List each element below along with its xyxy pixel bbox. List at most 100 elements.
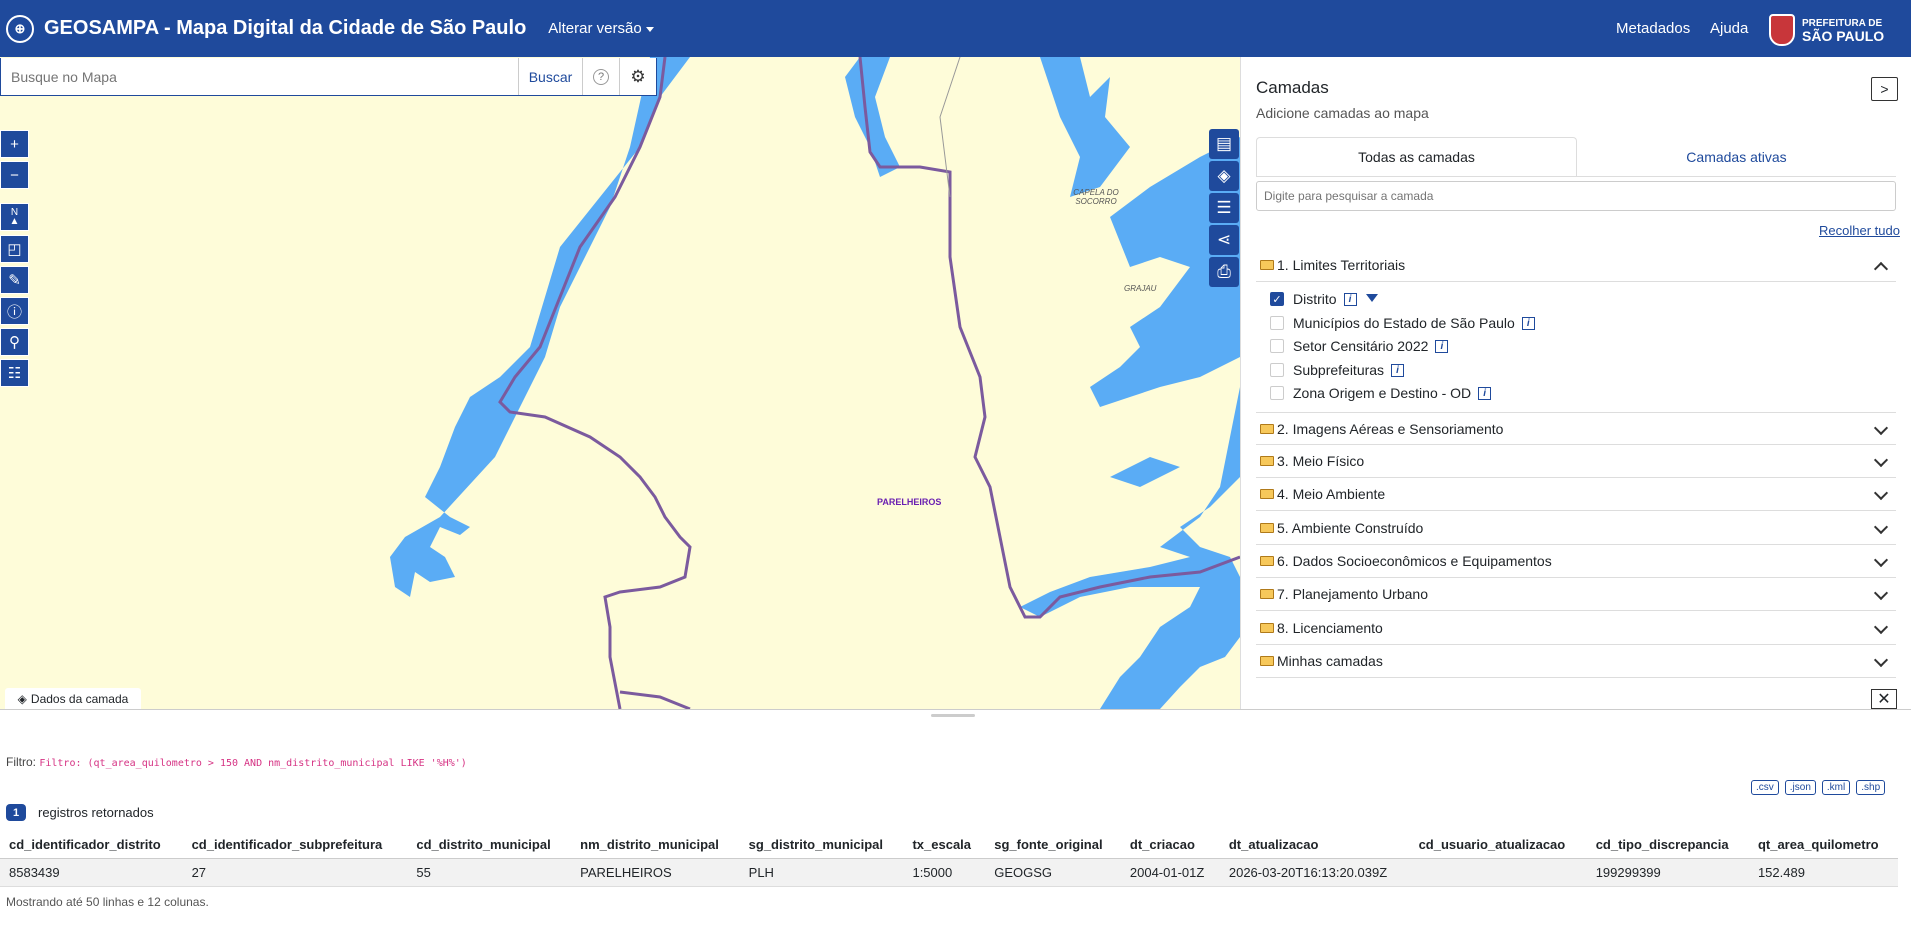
column-header[interactable]: dt_criacao bbox=[1120, 830, 1220, 859]
zoom-out-button[interactable]: − bbox=[0, 161, 29, 189]
folder-icon bbox=[1260, 423, 1274, 434]
export-json-button[interactable]: .json bbox=[1784, 780, 1816, 795]
layers-icon[interactable]: ◈ bbox=[1209, 161, 1239, 191]
close-data-pane-button[interactable]: ✕ bbox=[1871, 689, 1897, 709]
info-icon[interactable]: ⓘ bbox=[0, 297, 29, 325]
category-planejamento[interactable]: 7. Planejamento Urbano bbox=[1256, 578, 1896, 611]
pencil-icon[interactable]: ✎ bbox=[0, 266, 29, 294]
table-cell: 55 bbox=[407, 858, 572, 887]
tab-active-layers[interactable]: Camadas ativas bbox=[1577, 137, 1896, 176]
print-icon[interactable]: ⎙ bbox=[1209, 257, 1239, 287]
location-pin-icon[interactable]: ⚲ bbox=[0, 328, 29, 356]
scale-icon[interactable]: ◰ bbox=[0, 235, 29, 263]
category-meio-fisico[interactable]: 3. Meio Físico bbox=[1256, 445, 1896, 478]
folder-icon bbox=[1260, 556, 1274, 566]
checkbox[interactable] bbox=[1270, 339, 1284, 353]
export-shp-button[interactable]: .shp bbox=[1856, 780, 1886, 795]
folder-icon bbox=[1260, 656, 1274, 666]
checkbox[interactable] bbox=[1270, 386, 1284, 400]
table-cell: 8583439 bbox=[0, 858, 183, 887]
prefeitura-logo[interactable]: PREFEITURA DE SÃO PAULO bbox=[1769, 14, 1884, 46]
checkbox[interactable] bbox=[1270, 363, 1284, 377]
column-header[interactable]: cd_usuario_atualizacao bbox=[1409, 830, 1587, 859]
layer-distrito[interactable]: ✓ Distrito i bbox=[1270, 289, 1378, 309]
list-icon[interactable]: ☰ bbox=[1209, 193, 1239, 223]
sitemap-icon[interactable]: ☷ bbox=[0, 359, 29, 387]
column-header[interactable]: cd_distrito_municipal bbox=[407, 830, 572, 859]
export-csv-button[interactable]: .csv bbox=[1751, 780, 1779, 795]
category-socioeconomicos[interactable]: 6. Dados Socioeconômicos e Equipamentos bbox=[1256, 545, 1896, 578]
layer-setor-censitario[interactable]: Setor Censitário 2022 i bbox=[1270, 336, 1469, 356]
geosampa-logo-icon[interactable]: ⊕ bbox=[6, 14, 34, 43]
column-header[interactable]: dt_atualizacao bbox=[1219, 830, 1410, 859]
filter-label: Filtro: bbox=[6, 755, 36, 769]
change-version-dropdown[interactable]: Alterar versão bbox=[548, 20, 654, 37]
zoom-in-button[interactable]: + bbox=[0, 130, 29, 158]
filter-outline-icon[interactable] bbox=[1500, 387, 1512, 396]
layer-label: Distrito bbox=[1293, 291, 1337, 307]
search-button[interactable]: Buscar bbox=[519, 58, 583, 95]
category-meio-ambiente[interactable]: 4. Meio Ambiente bbox=[1256, 478, 1896, 511]
table-row[interactable]: 8583439 27 55 PARELHEIROS PLH 1:5000 GEO… bbox=[0, 858, 1898, 887]
map-canvas[interactable]: CAPELA DO SOCORRO GRAJAU PARELHEIROS bbox=[0, 57, 1240, 709]
category-ambiente-construido[interactable]: 5. Ambiente Construído bbox=[1256, 512, 1896, 545]
map-search-input[interactable] bbox=[1, 58, 519, 95]
column-header[interactable]: sg_fonte_original bbox=[985, 830, 1121, 859]
layer-data-tab[interactable]: ◈ Dados da camada bbox=[5, 688, 141, 710]
layer-subprefeituras[interactable]: Subprefeituras i bbox=[1270, 360, 1425, 380]
column-header[interactable]: cd_identificador_subprefeitura bbox=[182, 830, 408, 859]
filter-outline-icon[interactable] bbox=[1457, 340, 1469, 349]
coat-of-arms-icon bbox=[1769, 14, 1795, 46]
category-minhas-camadas[interactable]: Minhas camadas bbox=[1256, 645, 1896, 678]
category-licenciamento[interactable]: 8. Licenciamento bbox=[1256, 612, 1896, 645]
layer-search-input[interactable] bbox=[1256, 181, 1896, 211]
column-header[interactable]: cd_identificador_distrito bbox=[0, 830, 183, 859]
category-label: 2. Imagens Aéreas e Sensoriamento bbox=[1277, 420, 1504, 437]
info-icon[interactable]: i bbox=[1435, 339, 1449, 353]
info-icon[interactable]: i bbox=[1521, 316, 1535, 330]
checkbox-checked[interactable]: ✓ bbox=[1270, 292, 1284, 306]
map-label-capela: CAPELA DO SOCORRO bbox=[1073, 188, 1119, 206]
layer-zona-od[interactable]: Zona Origem e Destino - OD i bbox=[1270, 383, 1512, 403]
filter-outline-icon[interactable] bbox=[1413, 364, 1425, 373]
column-header[interactable]: nm_distrito_municipal bbox=[571, 830, 740, 859]
table-cell: PLH bbox=[739, 858, 904, 887]
layer-municipios[interactable]: Municípios do Estado de São Paulo i bbox=[1270, 313, 1535, 333]
category-label: Minhas camadas bbox=[1277, 653, 1383, 669]
resize-handle[interactable] bbox=[931, 714, 975, 717]
north-arrow-icon[interactable]: N ▲ bbox=[0, 203, 29, 231]
checkbox[interactable] bbox=[1270, 316, 1284, 330]
settings-button[interactable]: ⚙ bbox=[620, 58, 656, 95]
table-cell: 2004-01-01Z bbox=[1120, 858, 1220, 887]
export-kml-button[interactable]: .kml bbox=[1821, 780, 1851, 795]
info-icon[interactable]: i bbox=[1343, 292, 1357, 306]
help-button[interactable]: ? bbox=[583, 58, 620, 95]
column-header[interactable]: tx_escala bbox=[903, 830, 986, 859]
category-imagens[interactable]: 2. Imagens Aéreas e Sensoriamento bbox=[1256, 412, 1896, 445]
table-cell: 152.489 bbox=[1748, 858, 1898, 887]
chevron-right-icon: > bbox=[1880, 81, 1889, 97]
column-header[interactable]: sg_distrito_municipal bbox=[739, 830, 904, 859]
folder-icon bbox=[1260, 260, 1274, 270]
column-header[interactable]: cd_tipo_discrepancia bbox=[1586, 830, 1749, 859]
nav-ajuda[interactable]: Ajuda bbox=[1710, 20, 1748, 37]
attributes-table: cd_identificador_distrito cd_identificad… bbox=[0, 830, 1898, 887]
map-label-grajau: GRAJAU bbox=[1124, 284, 1157, 293]
layer-label: Municípios do Estado de São Paulo bbox=[1293, 315, 1515, 331]
collapse-all-link[interactable]: Recolher tudo bbox=[1819, 223, 1900, 238]
column-header[interactable]: qt_area_quilometro bbox=[1748, 830, 1898, 859]
share-icon[interactable]: ⋖ bbox=[1209, 225, 1239, 255]
chevron-up-icon bbox=[1873, 261, 1889, 277]
category-limites[interactable]: 1. Limites Territoriais bbox=[1256, 249, 1896, 282]
category-label: 6. Dados Socioeconômicos e Equipamentos bbox=[1277, 553, 1552, 569]
tab-all-layers[interactable]: Todas as camadas bbox=[1256, 137, 1577, 176]
info-icon[interactable]: i bbox=[1478, 386, 1492, 400]
map-book-icon[interactable]: ▤ bbox=[1209, 129, 1239, 159]
nav-metadados[interactable]: Metadados bbox=[1616, 20, 1690, 37]
filter-filled-icon[interactable] bbox=[1365, 294, 1378, 302]
collapse-panel-button[interactable]: > bbox=[1871, 77, 1898, 101]
layers-icon: ◈ bbox=[17, 692, 27, 706]
info-icon[interactable]: i bbox=[1391, 363, 1405, 377]
gear-icon: ⚙ bbox=[630, 66, 646, 86]
folder-icon bbox=[1260, 623, 1274, 633]
